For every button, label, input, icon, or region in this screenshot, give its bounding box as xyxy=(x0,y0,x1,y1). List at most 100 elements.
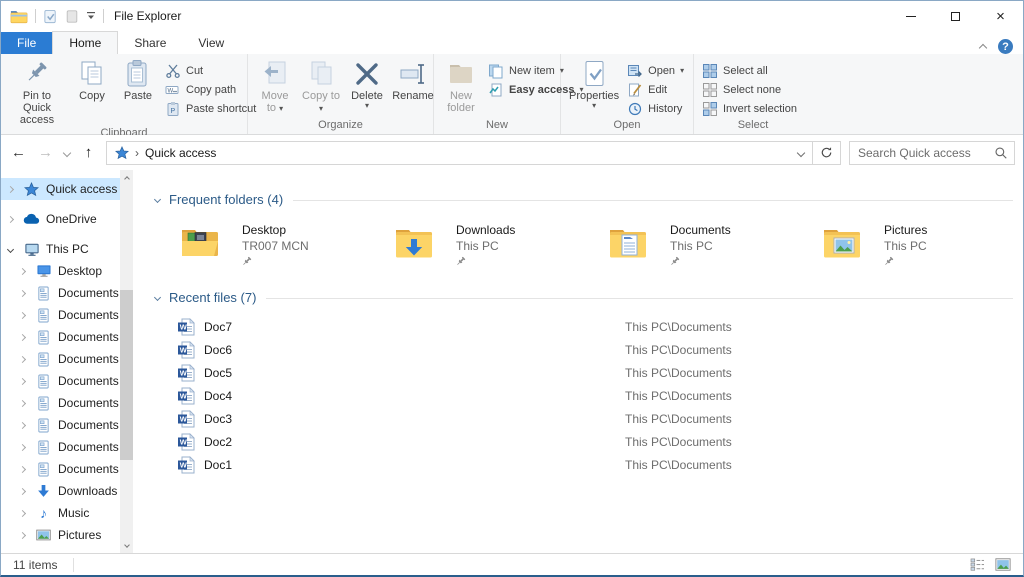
qat-properties-icon[interactable] xyxy=(43,9,58,24)
sidebar-item[interactable]: Documents xyxy=(1,436,133,458)
recent-files-header[interactable]: Recent files (7) xyxy=(153,290,1019,305)
expand-chevron-icon[interactable] xyxy=(18,289,27,297)
scroll-up-icon[interactable] xyxy=(120,170,133,184)
invert-selection-button[interactable]: Invert selection xyxy=(698,99,801,118)
address-dropdown-icon[interactable] xyxy=(790,148,812,157)
up-button[interactable]: ↑ xyxy=(75,141,102,165)
qat-customize-icon[interactable] xyxy=(86,11,96,21)
search-input[interactable] xyxy=(850,145,988,160)
folder-tile-name: Desktop xyxy=(242,223,287,237)
expand-chevron-icon[interactable] xyxy=(18,465,27,473)
tab-share[interactable]: Share xyxy=(118,32,182,54)
recent-locations-dropdown[interactable] xyxy=(59,141,75,165)
expand-chevron-icon[interactable] xyxy=(18,509,27,517)
maximize-button[interactable] xyxy=(933,1,978,31)
tab-file[interactable]: File xyxy=(1,32,53,54)
copy-to-button[interactable]: Copy to ▾ xyxy=(298,56,344,114)
Pictures[interactable]: Pictures This PC xyxy=(809,223,1023,270)
Doc1[interactable]: W Doc1 This PC\Documents xyxy=(143,453,1023,476)
address-box[interactable]: › Quick access xyxy=(106,140,813,165)
sidebar-item[interactable]: Documents xyxy=(1,326,133,348)
Doc2[interactable]: W Doc2 This PC\Documents xyxy=(143,430,1023,453)
close-button[interactable]: × xyxy=(978,1,1023,31)
details-view-button[interactable] xyxy=(967,556,987,574)
refresh-button[interactable] xyxy=(813,140,841,165)
Documents[interactable]: Documents This PC xyxy=(595,223,809,270)
sidebar-item[interactable]: Documents xyxy=(1,392,133,414)
title-bar: File Explorer × xyxy=(1,1,1023,31)
sidebar-scrollbar[interactable] xyxy=(120,170,133,553)
search-icon[interactable] xyxy=(988,146,1014,160)
pin-to-quick-access-button[interactable]: Pin to Quick access xyxy=(5,56,69,126)
svg-text:W: W xyxy=(180,437,188,446)
select-none-button[interactable]: Select none xyxy=(698,80,801,99)
tab-view[interactable]: View xyxy=(182,32,240,54)
Desktop[interactable]: Desktop TR007 MCN xyxy=(167,223,381,270)
move-to-button[interactable]: Move to ▾ xyxy=(252,56,298,114)
documents-icon xyxy=(38,308,49,322)
section-collapse-icon[interactable] xyxy=(153,195,162,204)
Doc4[interactable]: W Doc4 This PC\Documents xyxy=(143,384,1023,407)
scrollbar-thumb[interactable] xyxy=(120,290,133,460)
rename-button[interactable]: Rename xyxy=(390,56,436,102)
expand-chevron-icon[interactable] xyxy=(18,267,27,275)
minimize-button[interactable] xyxy=(888,1,933,31)
frequent-folders-header[interactable]: Frequent folders (4) xyxy=(153,192,1019,207)
expand-chevron-icon[interactable] xyxy=(6,185,15,193)
back-button[interactable]: ← xyxy=(5,141,32,165)
sidebar-item[interactable]: Documents xyxy=(1,304,133,326)
sidebar-item[interactable]: Documents xyxy=(1,458,133,480)
cut-button[interactable]: Cut xyxy=(161,61,260,80)
new-folder-button[interactable]: New folder xyxy=(438,56,484,114)
sidebar-item[interactable]: Quick access xyxy=(1,178,133,200)
help-icon[interactable]: ? xyxy=(998,39,1013,54)
expand-chevron-icon[interactable] xyxy=(18,399,27,407)
copy-button[interactable]: Copy xyxy=(69,56,115,102)
expand-chevron-icon[interactable] xyxy=(18,333,27,341)
edit-button[interactable]: Edit xyxy=(623,80,688,99)
sidebar-item[interactable]: Downloads xyxy=(1,480,133,502)
Doc3[interactable]: W Doc3 This PC\Documents xyxy=(143,407,1023,430)
expand-chevron-icon[interactable] xyxy=(18,531,27,539)
delete-button[interactable]: Delete ▾ xyxy=(344,56,390,110)
Doc5[interactable]: W Doc5 This PC\Documents xyxy=(143,361,1023,384)
section-collapse-icon[interactable] xyxy=(153,293,162,302)
Downloads[interactable]: Downloads This PC xyxy=(381,223,595,270)
sidebar-item[interactable]: Documents xyxy=(1,414,133,436)
properties-button[interactable]: Properties ▾ xyxy=(565,56,623,110)
sidebar-item[interactable]: Documents xyxy=(1,282,133,304)
expand-chevron-icon[interactable] xyxy=(18,377,27,385)
sidebar-item[interactable]: Desktop xyxy=(1,260,133,282)
collapse-ribbon-icon[interactable] xyxy=(978,43,988,53)
sidebar-item[interactable]: This PC xyxy=(1,238,133,260)
open-button[interactable]: Open ▾ xyxy=(623,61,688,80)
paste-button[interactable]: Paste xyxy=(115,56,161,102)
qat-new-folder-icon[interactable] xyxy=(65,9,79,24)
expand-chevron-icon[interactable] xyxy=(18,487,27,495)
sidebar-item[interactable]: OneDrive xyxy=(1,208,133,230)
sidebar-item[interactable]: Pictures xyxy=(1,524,133,546)
sidebar-item[interactable]: ♪ Music xyxy=(1,502,133,524)
expand-chevron-icon[interactable] xyxy=(18,355,27,363)
expand-chevron-icon[interactable] xyxy=(18,311,27,319)
collapse-chevron-icon[interactable] xyxy=(6,245,15,253)
forward-button[interactable]: → xyxy=(32,141,59,165)
pictures-icon xyxy=(36,529,51,541)
status-divider xyxy=(73,557,75,572)
sidebar-item[interactable]: Documents xyxy=(1,348,133,370)
paste-shortcut-button[interactable]: P Paste shortcut xyxy=(161,99,260,118)
Doc7[interactable]: W Doc7 This PC\Documents xyxy=(143,315,1023,338)
thumbnail-view-button[interactable] xyxy=(993,556,1013,574)
history-button[interactable]: History xyxy=(623,99,688,118)
breadcrumb[interactable]: › Quick access xyxy=(107,146,790,160)
expand-chevron-icon[interactable] xyxy=(18,421,27,429)
copy-path-button[interactable]: W Copy path xyxy=(161,80,260,99)
expand-chevron-icon[interactable] xyxy=(6,215,15,223)
Doc6[interactable]: W Doc6 This PC\Documents xyxy=(143,338,1023,361)
expand-chevron-icon[interactable] xyxy=(18,443,27,451)
select-all-button[interactable]: Select all xyxy=(698,61,801,80)
scroll-down-icon[interactable] xyxy=(120,539,133,553)
sidebar-item[interactable]: Documents xyxy=(1,370,133,392)
tab-home[interactable]: Home xyxy=(52,31,119,54)
delete-icon xyxy=(356,63,378,85)
